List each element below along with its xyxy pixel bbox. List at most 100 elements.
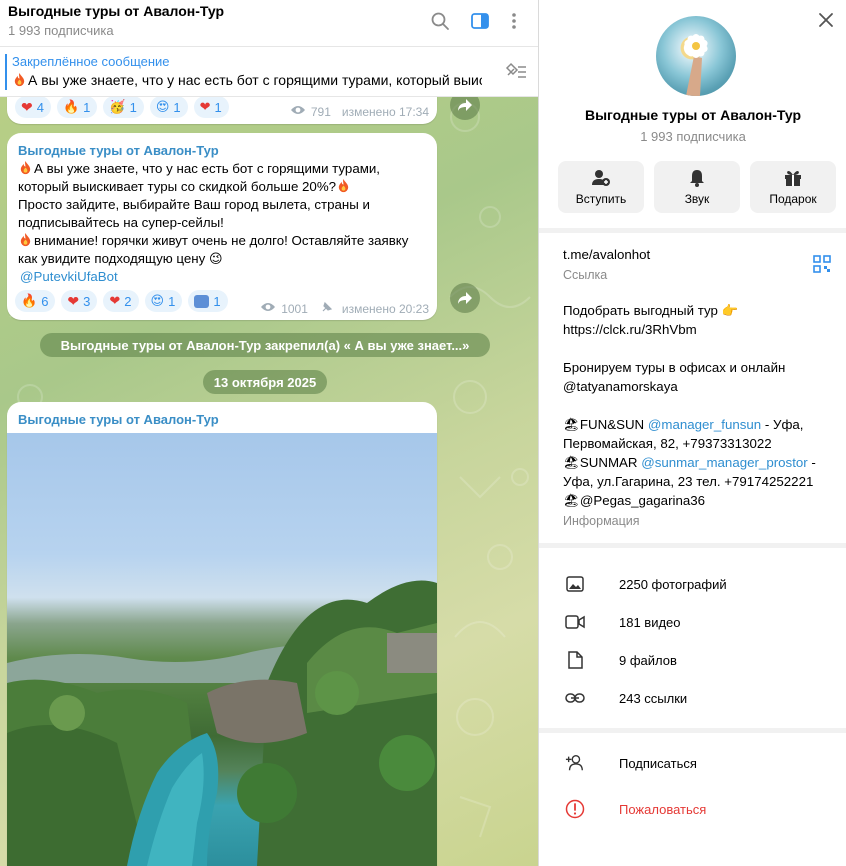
reaction-count: 1	[168, 293, 176, 309]
message-photo[interactable]	[7, 433, 437, 866]
wink-emoji-icon: 😉	[208, 251, 223, 266]
channel-info-panel: Выгодные туры от Авалон-Тур 1 993 подпис…	[538, 0, 846, 866]
pinned-text-content: А вы уже знаете, что у нас есть бот с го…	[28, 72, 482, 88]
link-label: Ссылка	[563, 268, 608, 282]
chat-area: Выгодные туры от Авалон-Тур 1 993 подпис…	[0, 0, 538, 866]
edited-time: изменено 17:34	[341, 104, 429, 119]
file-icon	[565, 650, 585, 670]
reaction-count: 1	[214, 99, 222, 115]
fire-emoji-icon	[18, 232, 33, 247]
heart-emoji-icon: ❤	[21, 98, 33, 115]
media-row-links[interactable]: 243 ссылки	[539, 679, 846, 717]
info-text: - Уфа,	[764, 417, 804, 432]
pointing-hand-emoji-icon: 👉	[721, 303, 739, 318]
heart-fire-emoji-icon: ❤	[109, 293, 121, 308]
info-mention-link[interactable]: @tatyanamorskaya	[563, 379, 678, 394]
text-line: внимание! горячки живут очень не долго! …	[34, 233, 409, 248]
reaction-count: 6	[41, 293, 49, 309]
photos-count: 2250 фотографий	[619, 576, 727, 592]
search-icon[interactable]	[427, 8, 453, 34]
join-button[interactable]: Вступить	[558, 161, 644, 213]
qr-code-icon[interactable]	[813, 255, 831, 276]
chat-header: Выгодные туры от Авалон-Тур 1 993 подпис…	[0, 0, 538, 47]
fire-emoji-icon	[12, 72, 27, 87]
files-count: 9 файлов	[619, 652, 677, 668]
shared-media-section: 2250 фотографий 181 видео 9 файлов 243 с…	[539, 548, 846, 728]
date-separator: 13 октября 2025	[203, 370, 327, 394]
heart-emoji-icon: ❤	[67, 292, 80, 309]
info-text: Подобрать выгодный тур	[563, 303, 718, 318]
reaction-heart-eyes[interactable]: 😍 1	[149, 96, 188, 118]
reaction-count: 3	[83, 293, 91, 309]
reaction-count: 1	[213, 293, 221, 309]
channel-name: Выгодные туры от Авалон-Тур	[584, 107, 802, 123]
info-line: 🏖SUNMAR @sunmar_manager_prostor -	[563, 455, 816, 471]
reaction-count: 2	[124, 293, 132, 309]
info-text: FUN&SUN	[579, 417, 645, 432]
channel-avatar[interactable]	[656, 16, 736, 96]
reaction-heart[interactable]: ❤ 3	[61, 290, 98, 312]
photo-icon	[565, 574, 585, 594]
reaction-count: 1	[173, 99, 181, 115]
text-line: А вы уже знаете, что у нас есть бот с го…	[34, 161, 380, 176]
pinned-text: А вы уже знаете, что у нас есть бот с го…	[12, 72, 482, 88]
pinned-indicator	[5, 54, 7, 90]
eye-icon	[260, 301, 276, 316]
gift-button[interactable]: Подарок	[750, 161, 836, 213]
channel-info-section: t.me/avalonhot Ссылка Подобрать выгодный…	[539, 233, 846, 543]
reaction-heart-fire[interactable]: ❤ 1	[193, 96, 229, 118]
share-arrow-icon	[458, 292, 472, 304]
channel-link[interactable]: t.me/avalonhot	[563, 247, 650, 262]
reaction-party[interactable]: 🥳 1	[103, 96, 144, 118]
report-button[interactable]: Пожаловаться	[539, 790, 846, 828]
chat-subscriber-count: 1 993 подписчика	[8, 23, 114, 38]
message-sender[interactable]: Выгодные туры от Авалон-Тур	[18, 143, 219, 158]
sunmar-mention-link[interactable]: @sunmar_manager_prostor	[641, 455, 808, 470]
sidebar-toggle-icon[interactable]	[467, 8, 493, 34]
info-line: Уфа, ул.Гагарина, 23 тел. +79174252221	[563, 474, 814, 489]
canyon-photo-image	[7, 580, 437, 866]
reactions-row: 🔥 6 ❤ 3 ❤ 2 😍 1 1	[15, 290, 228, 312]
reaction-cool[interactable]: 1	[188, 290, 228, 312]
pinned-message-bar[interactable]: Закреплённое сообщение А вы уже знаете, …	[0, 47, 538, 97]
heart-eyes-emoji-icon: 😍	[150, 293, 165, 308]
service-message-pinned[interactable]: Выгодные туры от Авалон-Тур закрепил(а) …	[40, 333, 490, 357]
media-row-videos[interactable]: 181 видео	[539, 603, 846, 641]
reaction-count: 1	[129, 99, 137, 115]
report-label: Пожаловаться	[619, 801, 707, 817]
link-icon	[565, 688, 585, 708]
pin-list-icon[interactable]	[504, 61, 528, 84]
reaction-heart[interactable]: ❤ 4	[15, 96, 51, 118]
more-vertical-icon[interactable]	[501, 8, 527, 34]
info-text: -	[811, 455, 816, 470]
links-count: 243 ссылки	[619, 690, 688, 706]
chat-title[interactable]: Выгодные туры от Авалон-Тур	[8, 3, 224, 19]
sound-button[interactable]: Звук	[654, 161, 740, 213]
info-url-link[interactable]: https://clck.ru/3RhVbm	[563, 322, 697, 337]
add-user-icon	[592, 170, 610, 186]
reaction-fire[interactable]: 🔥 1	[56, 96, 98, 118]
text-line: подписывайтесь на супер-сейлы!	[18, 215, 224, 230]
fire-emoji-icon	[18, 160, 33, 175]
date-text: 13 октября 2025	[213, 374, 317, 390]
heart-eyes-emoji-icon: 😍	[155, 99, 170, 114]
umbrella-emoji-icon: 🏖	[563, 493, 580, 508]
reaction-count: 1	[83, 99, 91, 115]
message-bubble[interactable]: Выгодные туры от Авалон-Тур А вы уже зна…	[7, 133, 437, 320]
fire-emoji-icon: 🔥	[62, 99, 80, 114]
info-line: 🏖@Pegas_gagarina36	[563, 493, 705, 509]
heart-fire-emoji-icon: ❤	[199, 99, 211, 114]
message-sender[interactable]: Выгодные туры от Авалон-Тур	[18, 412, 219, 427]
reaction-heart-eyes[interactable]: 😍 1	[144, 290, 183, 312]
close-icon[interactable]	[817, 11, 835, 29]
funsun-mention-link[interactable]: @manager_funsun	[648, 417, 761, 432]
share-button[interactable]	[450, 283, 480, 313]
bot-mention-link[interactable]: @PutevkiUfaBot	[20, 269, 118, 284]
party-emoji-icon: 🥳	[109, 99, 126, 114]
reaction-heart-fire[interactable]: ❤ 2	[103, 290, 139, 312]
subscribe-button[interactable]: Подписаться	[539, 744, 846, 782]
reaction-fire[interactable]: 🔥 6	[15, 290, 56, 312]
flower-avatar-image	[684, 34, 708, 96]
media-row-files[interactable]: 9 файлов	[539, 641, 846, 679]
media-row-photos[interactable]: 2250 фотографий	[539, 565, 846, 603]
